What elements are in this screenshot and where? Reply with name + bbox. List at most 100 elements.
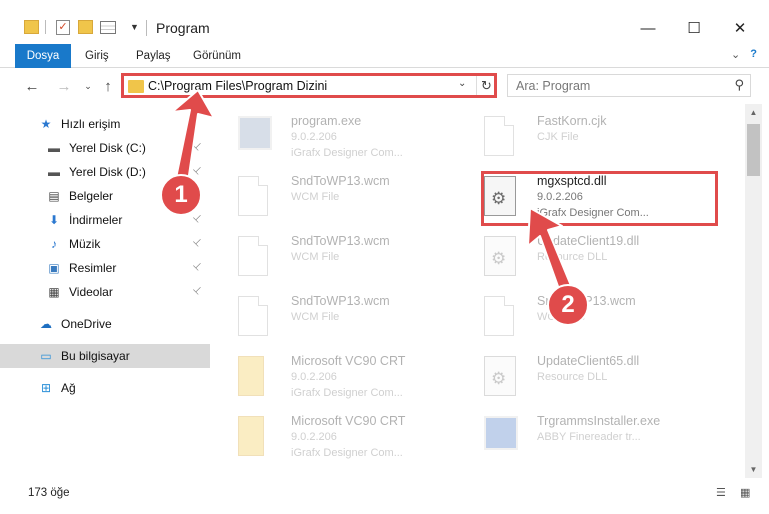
sidebar-item[interactable]: ⊞ Ağ [0,376,210,400]
file-detail: ABBY Finereader tr... [537,431,641,443]
annotation-badge-2: 2 [547,284,589,326]
tab-home[interactable]: Giriş [85,44,109,68]
network-icon: ⊞ [40,381,52,395]
quick-access-divider [45,20,46,34]
address-bar[interactable]: C:\Program Files\Program Dizini ⌄ ↻ [121,73,497,98]
file-detail: 9.0.2.206 [291,431,337,443]
sidebar-item-label: Ağ [61,381,76,395]
file-name: SndToWP13.wcm [291,234,390,248]
search-icon[interactable]: ⚲ [734,77,744,93]
file-detail: iGrafx Designer Com... [291,447,403,459]
file-list: program.exe 9.0.2.206 iGrafx Designer Com.… [210,104,745,478]
file-item[interactable]: program.exe 9.0.2.206 iGrafx Designer Com.… [228,110,463,168]
address-path[interactable]: C:\Program Files\Program Dizini [148,79,327,93]
new-folder-icon[interactable] [78,16,93,38]
scroll-up-icon[interactable]: ▲ [745,104,762,121]
refresh-button[interactable]: ↻ [476,76,496,95]
file-detail: WCM File [291,191,340,203]
sidebar-item[interactable]: ▣ Resimler ⊥ [0,256,210,280]
maximize-button[interactable]: ☐ [671,14,717,42]
title-divider [146,20,147,36]
pin-icon[interactable]: ⊥ [190,284,204,298]
file-item[interactable]: SndToWP13.wcmWCM File [228,170,463,228]
tab-view[interactable]: Görünüm [193,44,241,68]
file-name: Microsoft VC90 CRT [291,354,406,368]
address-row: ← → ⌄ ↑ C:\Program Files\Program Dizini … [0,68,769,104]
sidebar-item[interactable]: ▦ Videolar ⊥ [0,280,210,304]
scroll-thumb[interactable] [747,124,760,176]
star-icon: ★ [40,117,52,131]
properties-check-icon[interactable]: ✓ [56,16,70,38]
file-item[interactable]: SndToWP13.wcm WCM File [228,290,463,348]
status-bar: 173 öğe ☰ ▦ [0,480,769,506]
cloud-icon: ☁ [40,317,52,331]
application-icon [484,416,518,460]
file-item[interactable]: TrgrammsInstaller.exe ABBY Finereader tr.… [474,410,709,468]
details-view-icon[interactable]: ☰ [716,486,732,500]
document-file-icon [238,296,270,340]
sidebar-item[interactable]: ★ Hızlı erişim [0,112,210,136]
recent-locations-button[interactable]: ⌄ [78,76,98,96]
sidebar-item[interactable]: ▬ Yerel Disk (C:) ⊥ [0,136,210,160]
folder-icon [128,80,144,93]
pictures-icon: ▣ [48,261,60,275]
folder-icon [238,416,270,460]
sidebar-item-label: Belgeler [69,189,114,203]
file-item[interactable]: FastKorn.cjk CJK File [474,110,709,168]
sidebar-item[interactable]: ♪ Müzik ⊥ [0,232,210,256]
scroll-down-icon[interactable]: ▼ [745,461,762,478]
sidebar-item[interactable]: ☁ OneDrive [0,312,210,336]
dll-file-icon: ⚙ [484,236,516,280]
file-detail: CJK File [537,131,579,143]
sidebar-item-label: Videolar [69,285,113,299]
file-name: UpdateClient65.dll [537,354,640,368]
help-icon[interactable]: ? [750,48,757,61]
file-item[interactable]: SndToWP13.wcm WCM File [228,230,463,288]
file-name: SndToWP13.wcm [291,294,390,308]
vertical-scrollbar[interactable]: ▲ ▼ [745,104,762,478]
file-detail: WCM File [291,251,340,263]
sidebar-item[interactable]: ▭ Bu bilgisayar [0,344,210,368]
minimize-button[interactable]: — [625,14,671,42]
file-item[interactable]: ⚙ UpdateClient65.dll Resource DLL [474,350,709,408]
file-item[interactable]: Microsoft VC90 CRT 9.0.2.206 iGrafx Design… [228,350,463,408]
document-file-icon [484,116,516,160]
search-placeholder: Ara: Program [516,79,591,93]
computer-icon: ▭ [40,349,52,363]
properties-icon[interactable] [100,16,116,38]
forward-button[interactable]: → [54,76,74,96]
search-input[interactable]: Ara: Program ⚲ [507,74,751,97]
navigation-pane: ★ Hızlı erişim ▬ Yerel Disk (C:) ⊥ ▬ Yerel Dis… [0,104,210,478]
file-name: UpdateClient19.dll [537,234,640,248]
videos-icon: ▦ [48,285,60,299]
file-detail: iGrafx Designer Com... [291,147,403,159]
tab-file[interactable]: Dosya [15,44,71,68]
item-count: 173 öğe [28,487,70,499]
up-button[interactable]: ↑ [98,76,118,96]
file-name: TrgrammsInstaller.exe [537,414,661,428]
chevron-down-icon[interactable]: ⌄ [731,48,740,61]
highlight-box [481,171,718,226]
sidebar-item-label: OneDrive [61,317,112,331]
file-item[interactable]: SndToWP13.wcmWCM File [474,290,709,348]
dll-file-icon: ⚙ [484,356,516,400]
customize-toolbar-chevron-icon[interactable]: ▼ [130,16,139,38]
address-dropdown-icon[interactable]: ⌄ [458,78,466,89]
folder-icon[interactable] [24,16,39,38]
file-item[interactable]: ⚙ UpdateClient19.dll Resource DLL [474,230,709,288]
back-button[interactable]: ← [22,76,42,96]
file-item[interactable]: Microsoft VC90 CRT 9.0.2.206 iGrafx Design… [228,410,463,468]
tiles-view-icon[interactable]: ▦ [740,486,756,500]
pin-icon[interactable]: ⊥ [190,236,204,250]
application-icon [238,116,272,160]
pin-icon[interactable]: ⊥ [190,260,204,274]
close-button[interactable]: ✕ [717,14,763,42]
pin-icon[interactable]: ⊥ [190,212,204,226]
tab-share[interactable]: Paylaş [136,44,171,68]
drive-icon: ▬ [48,141,60,155]
pin-icon[interactable]: ⊥ [190,164,204,178]
pin-icon[interactable]: ⊥ [190,140,204,154]
sidebar-item-label: Müzik [69,237,101,251]
sidebar-item-label: Yerel Disk (D:) [69,165,146,179]
file-detail: WCM File [291,311,340,323]
